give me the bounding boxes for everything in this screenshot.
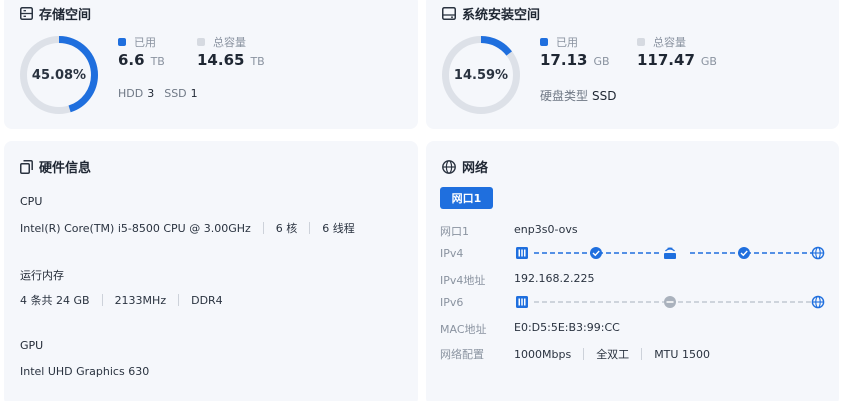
network-card: 网络 网口1 网口1 enp3s0-ovs IPv4 IPv4地址 192.16… xyxy=(426,141,839,401)
cpu-label: CPU xyxy=(20,195,43,208)
network-title: 网络 xyxy=(442,157,488,176)
storage-disk-counts: HDD 3 SSD 1 xyxy=(118,87,198,100)
ipv6-label: IPv6 xyxy=(440,296,464,309)
hardware-card: 硬件信息 CPU Intel(R) Core(TM) i5-8500 CPU @… xyxy=(4,141,418,401)
mac-value: E0:D5:5E:B3:99:CC xyxy=(514,321,620,334)
gpu-label: GPU xyxy=(20,339,44,352)
cpu-row: Intel(R) Core(TM) i5-8500 CPU @ 3.00GHz … xyxy=(20,220,355,236)
system-percent: 14.59% xyxy=(453,68,509,83)
config-duplex: 全双工 xyxy=(596,348,630,361)
storage-percent: 45.08% xyxy=(31,68,87,83)
config-speed: 1000Mbps xyxy=(514,347,572,361)
memory-speed: 2133MHz xyxy=(114,293,167,307)
memory-row: 4 条共 24 GB 2133MHz DDR4 xyxy=(20,292,223,308)
ipv4-address-label: IPv4地址 xyxy=(440,274,486,287)
globe-icon xyxy=(442,159,456,174)
system-used-legend: 已用 xyxy=(540,34,578,50)
system-space-title: 系统安装空间 xyxy=(442,4,540,23)
system-space-card: 系统安装空间 14.59% 已用 17.13 GB 总容量 117.47 GB 硬盘… xyxy=(426,0,839,129)
storage-icon xyxy=(20,7,33,20)
cpu-cores: 6 核 xyxy=(275,222,298,235)
port-value: enp3s0-ovs xyxy=(514,223,578,236)
system-used-value: 17.13 GB xyxy=(540,51,610,69)
storage-used-value: 6.6 TB xyxy=(118,51,165,69)
config-mtu: MTU 1500 xyxy=(654,347,710,361)
memory-type: DDR4 xyxy=(191,293,223,307)
hardware-icon xyxy=(20,159,33,174)
cpu-model: Intel(R) Core(TM) i5-8500 CPU @ 3.00GHz xyxy=(20,221,251,235)
ethernet-port-icon xyxy=(516,247,528,259)
internet-globe-icon xyxy=(811,246,825,260)
storage-title: 存储空间 xyxy=(20,4,91,23)
system-disk-type: 硬盘类型 SSD xyxy=(540,89,617,103)
system-total-legend: 总容量 xyxy=(637,34,686,50)
ipv4-check-2-icon xyxy=(738,247,750,259)
memory-size: 4 条共 24 GB xyxy=(20,294,90,307)
ipv4-status-line xyxy=(516,246,825,260)
ipv4-check-1-icon xyxy=(590,247,602,259)
storage-card: 存储空间 45.08% 已用 6.6 TB 总容量 14.65 TB HDD 3 SSD… xyxy=(4,0,418,129)
hardware-title: 硬件信息 xyxy=(20,157,91,176)
memory-label: 运行内存 xyxy=(20,269,64,282)
storage-total-legend: 总容量 xyxy=(197,34,246,50)
ipv6-ethernet-port-icon xyxy=(516,296,528,308)
mac-label: MAC地址 xyxy=(440,323,487,336)
router-icon xyxy=(664,247,676,259)
ipv6-pending-icon xyxy=(664,296,676,308)
cpu-threads: 6 线程 xyxy=(322,222,355,235)
system-total-value: 117.47 GB xyxy=(637,51,717,69)
drive-icon xyxy=(442,7,456,20)
ipv6-status-line xyxy=(516,295,825,309)
gpu-model: Intel UHD Graphics 630 xyxy=(20,365,150,378)
gpu-row: Intel UHD Graphics 630 xyxy=(20,365,149,378)
ipv6-globe-icon xyxy=(811,295,825,309)
config-label: 网络配置 xyxy=(440,348,484,361)
ipv4-label: IPv4 xyxy=(440,247,464,260)
port-label: 网口1 xyxy=(440,225,469,238)
ipv4-address-value: 192.168.2.225 xyxy=(514,272,595,285)
tab-port-1[interactable]: 网口1 xyxy=(440,187,493,209)
storage-used-legend: 已用 xyxy=(118,34,156,50)
storage-total-value: 14.65 TB xyxy=(197,51,265,69)
config-row: 1000Mbps 全双工 MTU 1500 xyxy=(514,346,710,362)
